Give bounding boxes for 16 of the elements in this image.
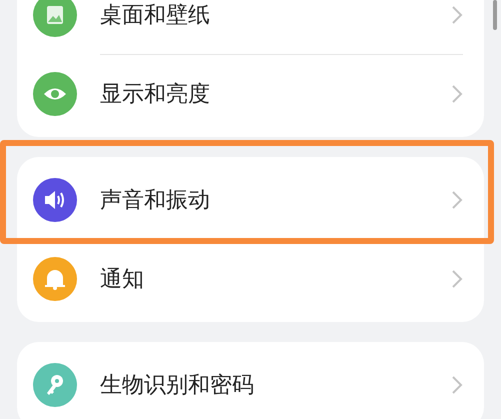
scrollbar [493,0,497,30]
settings-label: 声音和振动 [100,187,211,215]
settings-label: 通知 [100,266,145,294]
chevron-icon [451,190,463,210]
settings-label: 显示和亮度 [100,81,211,109]
settings-row[interactable]: 显示和亮度 [17,55,484,133]
settings-row[interactable]: 生物识别和密码 [17,346,484,419]
chevron-icon [451,375,463,395]
settings-label: 生物识别和密码 [100,372,255,400]
settings-row[interactable]: 声音和振动 [17,161,484,239]
settings-row[interactable]: 桌面和壁纸 [17,0,484,54]
chevron-icon [451,269,463,289]
settings-label: 桌面和壁纸 [100,2,211,30]
chevron-icon [451,84,463,104]
settings-row[interactable]: 通知 [17,240,484,318]
chevron-icon [451,5,463,25]
